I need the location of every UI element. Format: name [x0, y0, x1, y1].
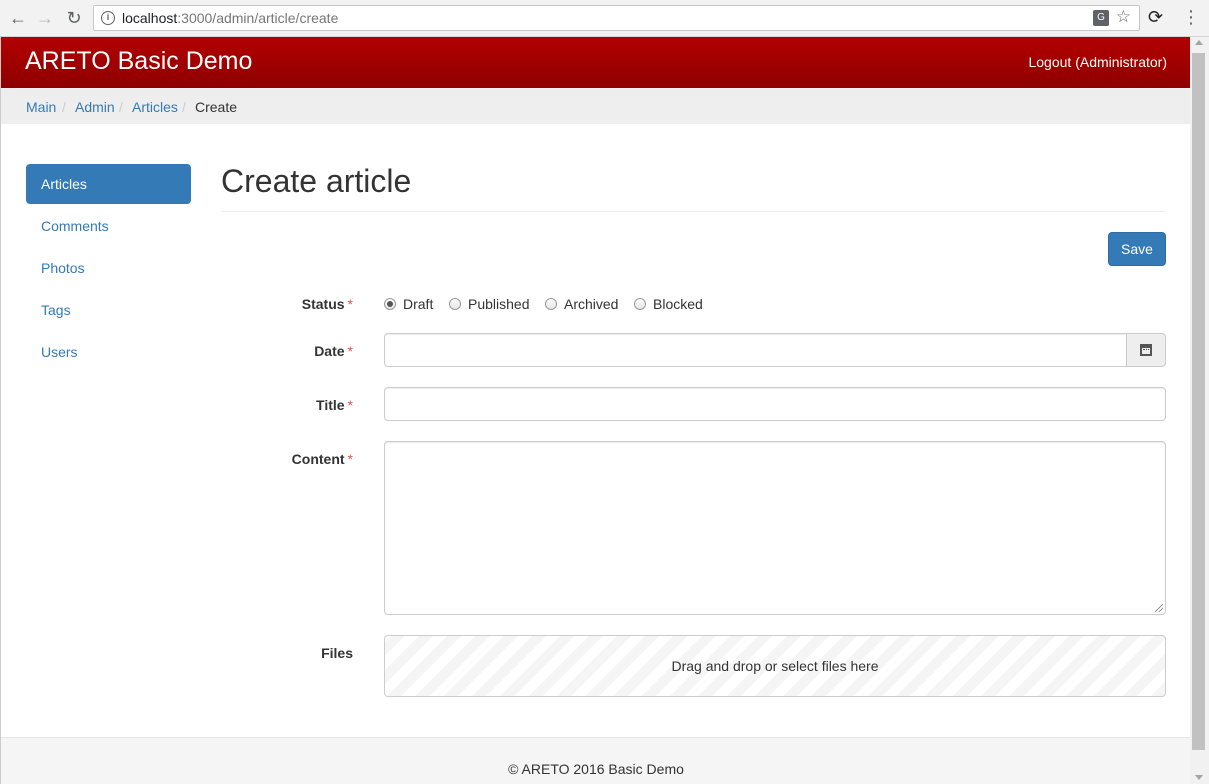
title-input[interactable]	[384, 387, 1166, 421]
bookmark-star-icon[interactable]: ☆	[1116, 7, 1131, 27]
status-radio-draft[interactable]: Draft	[384, 296, 433, 312]
logout-link[interactable]: Logout (Administrator)	[1028, 54, 1167, 70]
footer-text: © ARETO 2016 Basic Demo	[508, 761, 684, 777]
breadcrumb-admin[interactable]: Admin	[75, 99, 115, 115]
radio-icon[interactable]	[449, 298, 461, 310]
title-label: Title *	[316, 397, 353, 413]
date-picker-button[interactable]	[1126, 333, 1166, 367]
reload-icon[interactable]: ↻	[62, 7, 86, 29]
save-button[interactable]: Save	[1108, 232, 1166, 266]
sidebar-item-comments[interactable]: Comments	[26, 206, 191, 246]
breadcrumb: Main / Admin / Articles / Create	[1, 88, 1190, 124]
required-marker: *	[347, 296, 353, 312]
files-label: Files	[321, 645, 353, 661]
content-textarea[interactable]	[384, 441, 1166, 615]
status-radio-archived[interactable]: Archived	[545, 296, 618, 312]
content-label: Content *	[291, 451, 353, 467]
status-label: Status *	[301, 296, 353, 312]
breadcrumb-main[interactable]: Main	[26, 99, 56, 115]
resize-handle-icon[interactable]	[1155, 604, 1163, 612]
radio-checked-icon[interactable]	[384, 298, 396, 310]
page-header: Create article	[221, 163, 1166, 212]
radio-icon[interactable]	[545, 298, 557, 310]
breadcrumb-separator: /	[62, 99, 66, 115]
required-marker: *	[347, 343, 353, 359]
sidebar-item-tags[interactable]: Tags	[26, 290, 191, 330]
calendar-icon	[1140, 344, 1152, 356]
browser-menu-icon[interactable]: ⋮	[1182, 6, 1200, 28]
page: ARETO Basic Demo Logout (Administrator) …	[0, 37, 1190, 784]
forward-arrow-icon[interactable]: →	[33, 7, 57, 29]
date-input[interactable]	[384, 333, 1127, 367]
back-arrow-icon[interactable]: ←	[6, 7, 30, 29]
sidebar-item-users[interactable]: Users	[26, 332, 191, 372]
footer: © ARETO 2016 Basic Demo	[1, 737, 1190, 784]
sidebar-item-photos[interactable]: Photos	[26, 248, 191, 288]
url-text[interactable]: localhost:3000/admin/article/create	[122, 10, 338, 26]
date-label: Date *	[314, 343, 353, 359]
extension-icon[interactable]: ⟳	[1148, 7, 1163, 28]
translate-icon[interactable]: G	[1093, 10, 1109, 26]
status-radio-published[interactable]: Published	[449, 296, 530, 312]
required-marker: *	[347, 397, 353, 413]
file-dropzone[interactable]: Drag and drop or select files here	[384, 635, 1166, 697]
breadcrumb-current: Create	[195, 99, 238, 115]
sidebar-item-articles[interactable]: Articles	[26, 164, 191, 204]
scrollbar-thumb[interactable]	[1192, 53, 1205, 750]
required-marker: *	[347, 451, 353, 467]
radio-icon[interactable]	[634, 298, 646, 310]
browser-toolbar: ← → ↻ i localhost:3000/admin/article/cre…	[0, 0, 1209, 37]
page-title: Create article	[221, 163, 412, 199]
scroll-up-arrow-icon[interactable]	[1195, 40, 1203, 45]
breadcrumb-separator: /	[182, 99, 186, 115]
breadcrumb-articles[interactable]: Articles	[132, 99, 178, 115]
scrollbar[interactable]	[1190, 37, 1209, 784]
navbar: ARETO Basic Demo Logout (Administrator)	[1, 37, 1190, 88]
brand-title[interactable]: ARETO Basic Demo	[25, 47, 252, 76]
address-bar[interactable]: i localhost:3000/admin/article/create G …	[93, 5, 1140, 31]
scroll-down-arrow-icon[interactable]	[1195, 775, 1203, 780]
breadcrumb-separator: /	[119, 99, 123, 115]
status-radio-blocked[interactable]: Blocked	[634, 296, 703, 312]
site-info-icon[interactable]: i	[101, 11, 115, 25]
